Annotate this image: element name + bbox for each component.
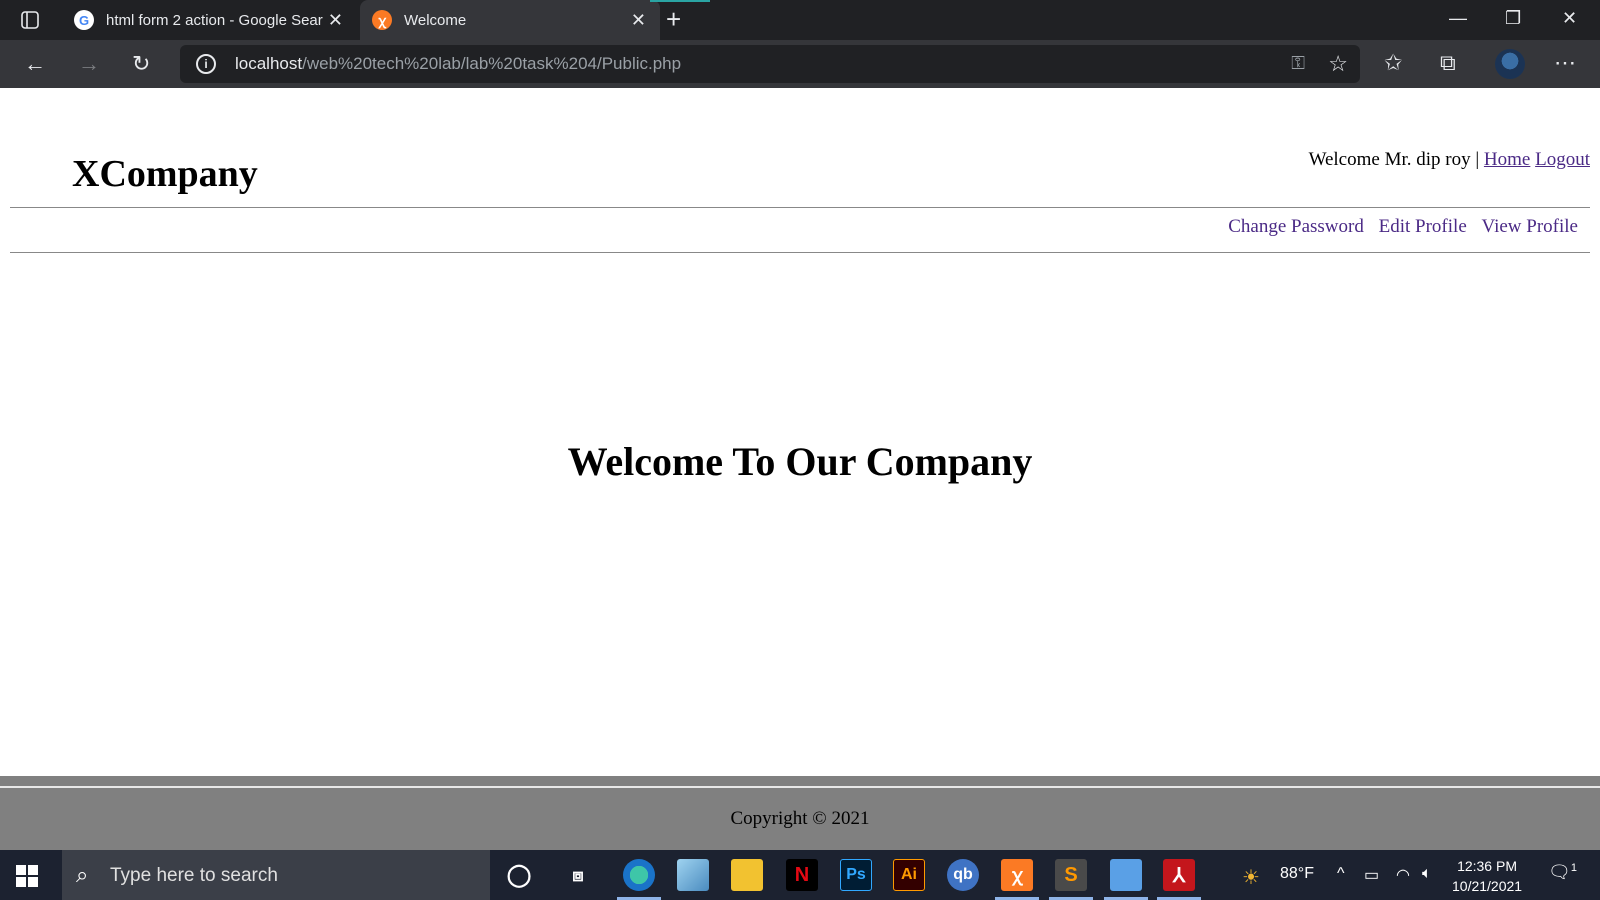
url-host: localhost [235,54,303,73]
file-explorer-icon[interactable] [731,859,763,891]
photos-icon[interactable] [1104,859,1148,900]
weather-temp[interactable]: 88°F [1280,865,1314,883]
new-tab-icon[interactable]: + [666,6,681,32]
netflix-icon[interactable]: N [786,859,818,891]
collections-icon[interactable]: ⧉ [1440,50,1456,76]
task-view-icon[interactable]: ⧈ [562,859,594,891]
windows-taskbar: ⌕ Type here to search ◯ ⧈ N Ps Ai qb ꭓ S… [0,850,1600,900]
user-info: Welcome Mr. dip roy | Home Logout [1309,149,1590,171]
volume-icon[interactable]: 🔈︎ [1422,865,1432,883]
system-clock[interactable]: 12:36 PM 10/21/2021 [1452,856,1522,896]
menu-divider [10,252,1590,253]
qbittorrent-icon[interactable]: qb [947,859,979,891]
copyright-text: Copyright © 2021 [730,808,870,829]
restore-icon[interactable]: ❐ [1505,8,1521,29]
logout-link[interactable]: Logout [1535,149,1590,170]
tab-title: html form 2 action - Google Sear [106,11,323,29]
page-footer: Copyright © 2021 [0,776,1600,850]
clock-date: 10/21/2021 [1452,878,1523,894]
header-divider [10,207,1590,208]
close-window-icon[interactable]: ✕ [1562,8,1577,29]
change-password-link[interactable]: Change Password [1228,216,1364,237]
home-link[interactable]: Home [1484,149,1530,170]
edit-profile-link[interactable]: Edit Profile [1379,216,1467,237]
photoshop-icon[interactable]: Ps [840,859,872,891]
favorites-icon[interactable]: ✩ [1384,50,1402,76]
close-tab-icon[interactable]: ✕ [631,10,646,31]
password-key-icon[interactable]: ⚿ [1291,53,1305,74]
google-icon: G [74,10,94,30]
weather-icon[interactable]: ☀ [1242,865,1260,890]
clock-time: 12:36 PM [1457,858,1517,874]
notification-icon[interactable]: 🗨︎1 [1548,862,1577,883]
web-page: XCompany Welcome Mr. dip roy | Home Logo… [0,88,1600,776]
notification-count: 1 [1570,862,1577,874]
search-icon: ⌕ [76,862,89,887]
wifi-icon[interactable]: ◠ [1396,865,1410,885]
tab-welcome[interactable]: ꭓ Welcome ✕ [360,0,660,40]
show-hidden-icons[interactable]: ^ [1337,865,1345,883]
more-menu-icon[interactable]: ⋯ [1554,50,1576,76]
taskbar-search[interactable]: ⌕ Type here to search [62,850,490,900]
cortana-icon[interactable]: ◯ [503,859,535,891]
add-favorite-icon[interactable]: ☆ [1328,51,1348,77]
forward-icon[interactable]: → [78,52,100,76]
sublime-icon[interactable]: S [1049,859,1093,900]
xampp-icon[interactable]: ꭓ [995,859,1039,900]
notepad-icon[interactable] [677,859,709,891]
hero-heading: Welcome To Our Company [567,439,1033,484]
tab-actions-icon[interactable] [12,8,48,32]
address-bar[interactable]: i localhost/web%20tech%20lab/lab%20task%… [180,45,1360,83]
close-tab-icon[interactable]: ✕ [328,10,343,31]
reload-icon[interactable]: ↻ [132,52,150,76]
battery-icon[interactable]: ▭ [1364,865,1379,885]
tab-google-search[interactable]: G html form 2 action - Google Sear ✕ [62,0,357,40]
url-path: /web%20tech%20lab/lab%20task%204/Public.… [302,54,682,73]
windows-start-icon[interactable] [16,865,38,887]
footer-divider [0,786,1600,788]
illustrator-icon[interactable]: Ai [893,859,925,891]
minimize-icon[interactable]: — [1449,8,1467,29]
profile-avatar[interactable] [1495,49,1525,79]
edge-icon[interactable] [617,859,661,900]
tab-title: Welcome [404,11,467,29]
acrobat-icon[interactable]: ⅄ [1157,859,1201,900]
account-menu: Change Password Edit Profile View Profil… [1218,216,1578,238]
browser-toolbar: ← → ↻ i localhost/web%20tech%20lab/lab%2… [0,40,1600,88]
back-icon[interactable]: ← [24,52,46,76]
view-profile-link[interactable]: View Profile [1482,216,1578,237]
xampp-icon: ꭓ [372,10,392,30]
site-info-icon[interactable]: i [196,54,216,74]
browser-tab-bar: G html form 2 action - Google Sear ✕ ꭓ W… [0,0,1600,40]
search-placeholder: Type here to search [110,865,278,886]
url-text[interactable]: localhost/web%20tech%20lab/lab%20task%20… [235,54,681,74]
tab-loading-indicator [650,0,710,2]
welcome-text: Welcome Mr. dip roy | [1308,149,1480,170]
site-brand: XCompany [72,153,258,195]
